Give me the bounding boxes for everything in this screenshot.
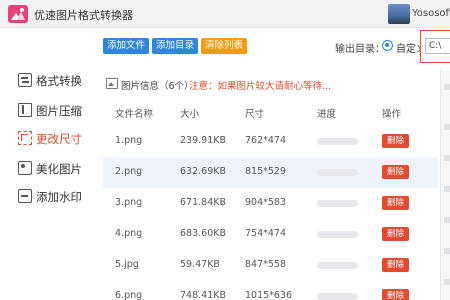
sidebar-item-label: 美化图片 bbox=[36, 162, 82, 176]
image-info-bar: 图片信息（6个） 注意：如果图片较大请耐心等待... bbox=[103, 75, 433, 93]
sidebar-item-label: 添加水印 bbox=[36, 190, 82, 204]
sidebar-item-compress[interactable]: 图片压缩 bbox=[12, 100, 98, 122]
output-path-input[interactable]: C:\ bbox=[425, 38, 450, 54]
file-dimensions: 762*474 bbox=[245, 135, 287, 146]
file-size: 632.69KB bbox=[180, 166, 226, 177]
column-header-name: 文件名称 bbox=[115, 109, 154, 120]
file-size: 683.60KB bbox=[180, 228, 226, 239]
delete-button[interactable]: 删除 bbox=[382, 134, 409, 148]
add-directory-button[interactable]: 添加目录 bbox=[152, 38, 198, 54]
progress-bar bbox=[317, 200, 358, 207]
column-header-size: 大小 bbox=[180, 109, 200, 120]
panel-block bbox=[444, 279, 450, 285]
delete-button[interactable]: 删除 bbox=[382, 227, 409, 241]
file-size: 671.84KB bbox=[180, 197, 226, 208]
image-icon bbox=[106, 78, 118, 89]
column-header-progress: 进度 bbox=[317, 109, 337, 120]
file-size: 239.91KB bbox=[180, 135, 226, 146]
table-row[interactable]: 4.png 683.60KB 754*474 删除 bbox=[103, 219, 438, 250]
file-name: 2.png bbox=[115, 166, 143, 177]
column-header-dimensions: 尺寸 bbox=[245, 109, 265, 120]
progress-bar bbox=[317, 262, 358, 269]
file-name: 6.png bbox=[115, 290, 143, 300]
output-dir-label: 输出目录： bbox=[335, 44, 385, 55]
add-file-button[interactable]: 添加文件 bbox=[103, 38, 149, 54]
file-dimensions: 904*583 bbox=[245, 197, 287, 208]
table-row[interactable]: 2.png 632.69KB 815*529 删除 bbox=[103, 157, 438, 188]
file-name: 1.png bbox=[115, 135, 143, 146]
watermark-icon bbox=[18, 189, 32, 203]
sidebar-item-format-convert[interactable]: 格式转换 bbox=[12, 70, 98, 92]
delete-button[interactable]: 删除 bbox=[382, 196, 409, 210]
table-row[interactable]: 3.png 671.84KB 904*583 删除 bbox=[103, 188, 438, 219]
sidebar-item-watermark[interactable]: 添加水印 bbox=[12, 186, 98, 208]
panel-block bbox=[444, 124, 450, 130]
clear-list-button[interactable]: 清除列表 bbox=[201, 38, 247, 54]
sidebar-item-label: 格式转换 bbox=[36, 74, 82, 88]
user-name[interactable]: Yososoft bbox=[412, 8, 450, 19]
panel-block bbox=[444, 248, 450, 254]
file-size: 59.47KB bbox=[180, 259, 220, 270]
column-header-action: 操作 bbox=[382, 109, 402, 120]
image-info-title: 图片信息（6个） bbox=[121, 81, 194, 92]
file-dimensions: 847*558 bbox=[245, 259, 287, 270]
sidebar-item-resize[interactable]: 更改尺寸 bbox=[12, 128, 98, 150]
compress-icon bbox=[18, 103, 32, 117]
table-header: 文件名称 大小 尺寸 进度 操作 bbox=[103, 100, 438, 124]
resize-icon bbox=[18, 131, 32, 145]
file-name: 4.png bbox=[115, 228, 143, 239]
delete-button[interactable]: 删除 bbox=[382, 165, 409, 179]
user-avatar[interactable] bbox=[388, 4, 410, 24]
app-logo-icon bbox=[8, 5, 28, 23]
file-dimensions: 754*474 bbox=[245, 228, 287, 239]
output-path-highlight: C:\ bbox=[420, 30, 450, 63]
delete-button[interactable]: 删除 bbox=[382, 289, 409, 300]
panel-block bbox=[444, 155, 450, 161]
table-row[interactable]: 6.png 748.41KB 1015*636 删除 bbox=[103, 281, 438, 300]
progress-bar bbox=[317, 138, 358, 145]
file-dimensions: 1015*636 bbox=[245, 290, 293, 300]
sidebar-item-label: 图片压缩 bbox=[36, 104, 82, 118]
panel-block bbox=[444, 217, 450, 223]
progress-bar bbox=[317, 231, 358, 238]
file-name: 5.jpg bbox=[115, 259, 139, 270]
title-bar: 优速图片格式转换器 Yososoft bbox=[0, 0, 450, 28]
beautify-icon bbox=[18, 161, 32, 175]
panel-block bbox=[444, 186, 450, 192]
custom-dir-radio[interactable] bbox=[382, 40, 393, 51]
app-title: 优速图片格式转换器 bbox=[34, 9, 133, 22]
exchange-icon bbox=[18, 73, 32, 87]
table-row[interactable]: 1.png 239.91KB 762*474 删除 bbox=[103, 126, 438, 157]
delete-button[interactable]: 删除 bbox=[382, 258, 409, 272]
table-row[interactable]: 5.jpg 59.47KB 847*558 删除 bbox=[103, 250, 438, 281]
sidebar: 格式转换 图片压缩 更改尺寸 美化图片 添加水印 bbox=[0, 28, 100, 300]
file-size: 748.41KB bbox=[180, 290, 226, 300]
file-dimensions: 815*529 bbox=[245, 166, 287, 177]
preview-panel-edge bbox=[440, 70, 450, 300]
file-name: 3.png bbox=[115, 197, 143, 208]
progress-bar bbox=[317, 169, 358, 176]
sidebar-item-beautify[interactable]: 美化图片 bbox=[12, 158, 98, 180]
panel-block bbox=[444, 84, 450, 90]
progress-bar bbox=[317, 293, 358, 300]
sidebar-item-label: 更改尺寸 bbox=[36, 132, 82, 146]
warning-note: 注意：如果图片较大请耐心等待... bbox=[189, 81, 332, 92]
